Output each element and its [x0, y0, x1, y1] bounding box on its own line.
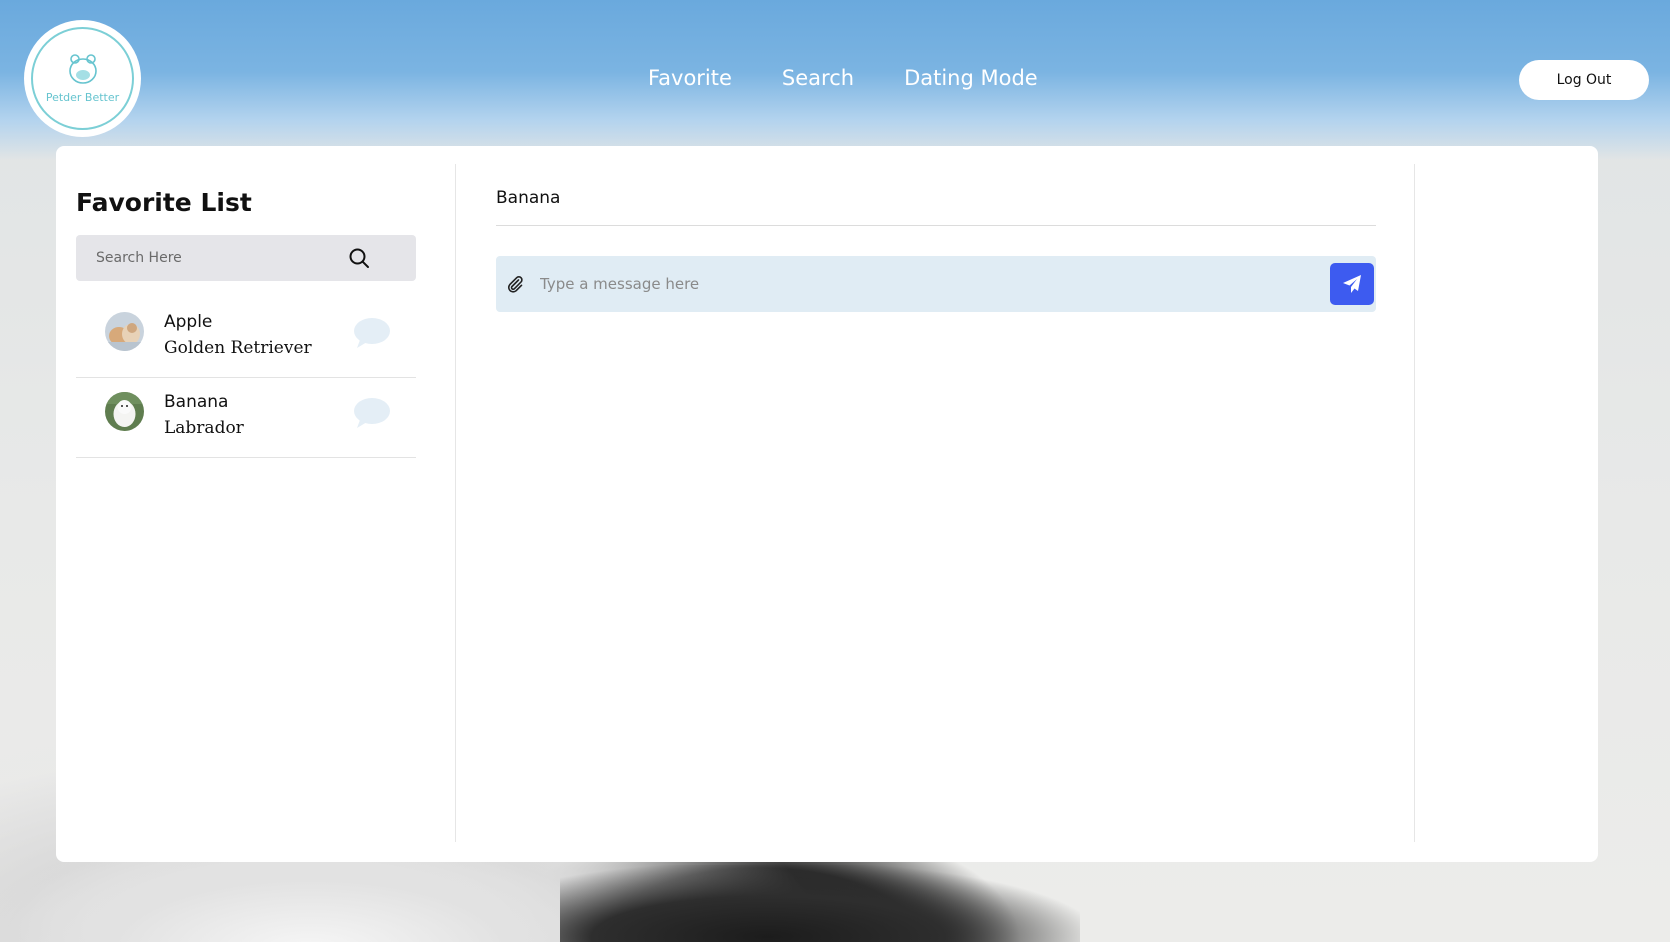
- favorite-item-banana[interactable]: Banana Labrador: [76, 378, 416, 458]
- hamster-icon: [68, 54, 97, 84]
- favorite-item-breed: Golden Retriever: [164, 338, 312, 358]
- logo-text: Petder Better: [45, 91, 120, 104]
- logo[interactable]: Petder Better: [24, 20, 141, 137]
- chat-recipient-name: Banana: [496, 188, 561, 208]
- paper-plane-icon: [1343, 275, 1361, 293]
- favorite-item-apple[interactable]: Apple Golden Retriever: [76, 298, 416, 378]
- logo-ring: Petder Better: [31, 27, 134, 130]
- nav-dating-mode[interactable]: Dating Mode: [904, 66, 1038, 90]
- favorite-list-title: Favorite List: [76, 188, 252, 217]
- chat-bubble-icon[interactable]: [352, 316, 392, 350]
- nav-favorite[interactable]: Favorite: [648, 66, 732, 90]
- chat-bubble-icon[interactable]: [352, 396, 392, 430]
- favorite-item-name: Apple: [164, 312, 213, 332]
- message-composer: [496, 256, 1376, 312]
- main-nav: Favorite Search Dating Mode: [648, 66, 1038, 90]
- logout-button[interactable]: Log Out: [1519, 60, 1649, 100]
- right-column-divider: [1414, 164, 1415, 842]
- main-panel: Favorite List Apple Golden Retriever: [56, 146, 1598, 862]
- nav-search[interactable]: Search: [782, 66, 854, 90]
- avatar: [105, 312, 144, 351]
- favorite-item-breed: Labrador: [164, 418, 244, 438]
- chat-header-divider: [496, 225, 1376, 226]
- favorite-item-name: Banana: [164, 392, 229, 412]
- background-dark-fur: [560, 865, 1080, 942]
- send-button[interactable]: [1330, 263, 1374, 305]
- search-icon[interactable]: [348, 247, 370, 269]
- message-input[interactable]: [536, 256, 1316, 312]
- avatar: [105, 392, 144, 431]
- favorite-search-box: [76, 235, 416, 281]
- favorite-search-input[interactable]: [76, 235, 366, 281]
- left-column-divider: [455, 164, 456, 842]
- paperclip-icon[interactable]: [506, 275, 524, 293]
